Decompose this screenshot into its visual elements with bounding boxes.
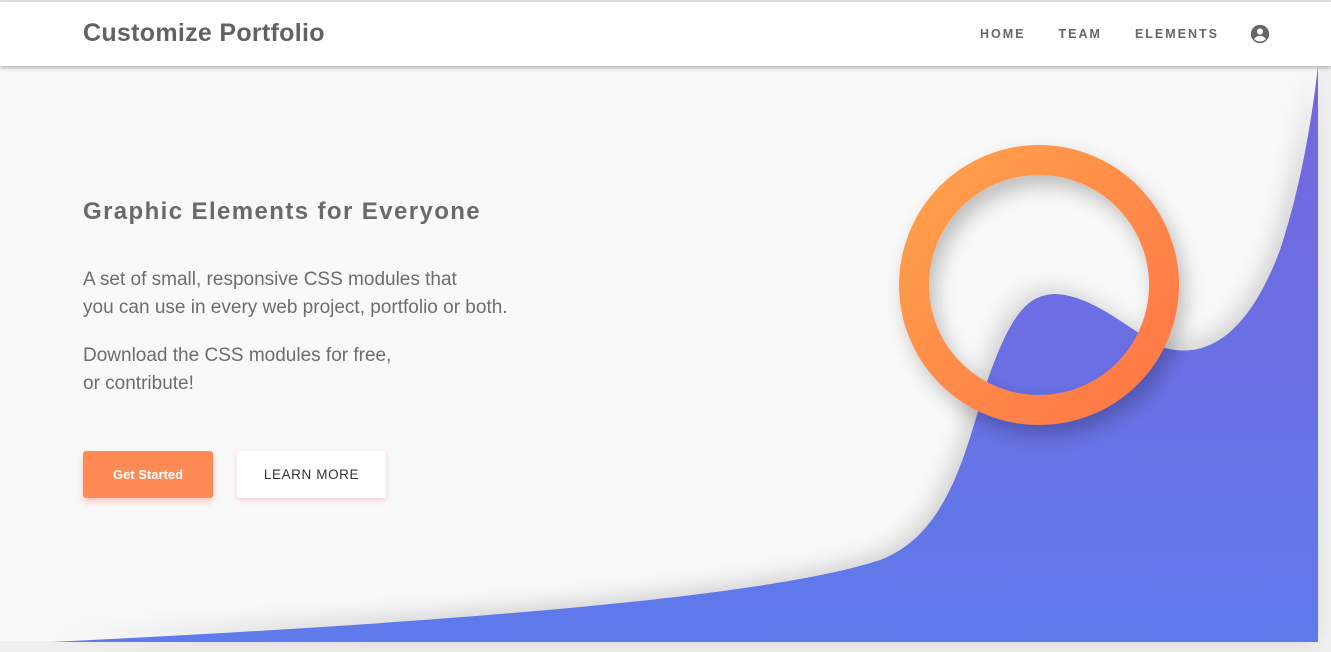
hero-cta-line: Download the CSS modules for free,: [83, 345, 392, 366]
hero-title: Graphic Elements for Everyone: [83, 198, 482, 225]
nav-links: HOME TEAM ELEMENTS: [980, 22, 1271, 46]
hero-description: A set of small, responsive CSS modules t…: [83, 266, 643, 322]
hero-content: Graphic Elements for Everyone A set of s…: [83, 198, 643, 398]
nav-link-team[interactable]: TEAM: [1059, 22, 1102, 46]
hero-description-line: you can use in every web project, portfo…: [83, 297, 508, 318]
hero-description-line: A set of small, responsive CSS modules t…: [83, 269, 457, 290]
hero-cta-text: Download the CSS modules for free, or co…: [83, 342, 643, 398]
navbar: Customize Portfolio HOME TEAM ELEMENTS: [0, 2, 1331, 66]
learn-more-button[interactable]: LEARN MORE: [237, 451, 386, 498]
nav-link-elements[interactable]: ELEMENTS: [1135, 22, 1219, 46]
account-circle-icon[interactable]: [1249, 23, 1271, 45]
get-started-button[interactable]: Get Started: [83, 451, 213, 498]
page: Customize Portfolio HOME TEAM ELEMENTS G…: [0, 0, 1331, 652]
hero-cta-line: or contribute!: [83, 373, 194, 394]
nav-link-home[interactable]: HOME: [980, 22, 1026, 46]
brand-title[interactable]: Customize Portfolio: [83, 19, 325, 48]
